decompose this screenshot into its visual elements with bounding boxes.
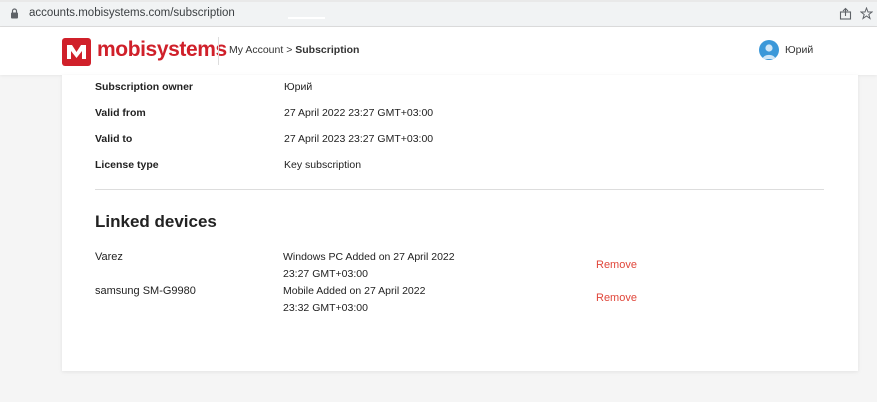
detail-value: Key subscription (284, 159, 362, 171)
breadcrumb-subscription: Subscription (295, 44, 360, 56)
mobisystems-logo-icon[interactable] (62, 38, 91, 66)
detail-label: License type (95, 159, 159, 171)
remove-device-button[interactable]: Remove (596, 259, 637, 271)
device-name: samsung SM-G9980 (95, 285, 196, 297)
url-text[interactable]: accounts.mobisystems.com/subscription (29, 7, 235, 19)
user-icon (762, 44, 776, 59)
detail-value: 27 April 2023 23:27 GMT+03:00 (284, 133, 434, 145)
device-info: Windows PC Added on 27 April 2022 23:27 … (283, 249, 483, 283)
breadcrumb: My Account > Subscription (229, 44, 359, 56)
detail-label: Subscription owner (95, 81, 194, 93)
detail-label: Valid to (95, 133, 133, 145)
browser-address-bar: accounts.mobisystems.com/subscription (0, 0, 877, 27)
subscription-card: Subscription owner Юрий Valid from 27 Ap… (62, 75, 858, 371)
share-icon[interactable] (839, 7, 852, 20)
tab-indicator (288, 17, 325, 19)
header-divider (218, 37, 219, 65)
brand-name[interactable]: mobisystems (97, 38, 227, 62)
linked-devices-title: Linked devices (95, 212, 217, 231)
remove-device-button[interactable]: Remove (596, 292, 637, 304)
site-header: mobisystems My Account > Subscription Юр… (0, 27, 877, 75)
device-info: Mobile Added on 27 April 2022 23:32 GMT+… (283, 283, 483, 317)
section-divider (95, 189, 824, 190)
lock-icon (11, 8, 18, 19)
device-added-line: Mobile Added on 27 April 2022 (283, 285, 426, 297)
browser-top-strip (0, 0, 877, 2)
detail-value: 27 April 2022 23:27 GMT+03:00 (284, 107, 434, 119)
device-added-time: 23:32 GMT+03:00 (283, 302, 368, 314)
avatar[interactable] (759, 40, 779, 60)
detail-label: Valid from (95, 107, 146, 119)
bookmark-star-icon[interactable] (860, 7, 873, 20)
detail-value: Юрий (284, 81, 313, 93)
breadcrumb-separator: > (286, 44, 293, 56)
user-name[interactable]: Юрий (785, 44, 813, 56)
device-added-time: 23:27 GMT+03:00 (283, 268, 368, 280)
device-name: Varez (95, 251, 123, 263)
device-added-line: Windows PC Added on 27 April 2022 (283, 251, 455, 263)
breadcrumb-my-account[interactable]: My Account (229, 44, 283, 56)
